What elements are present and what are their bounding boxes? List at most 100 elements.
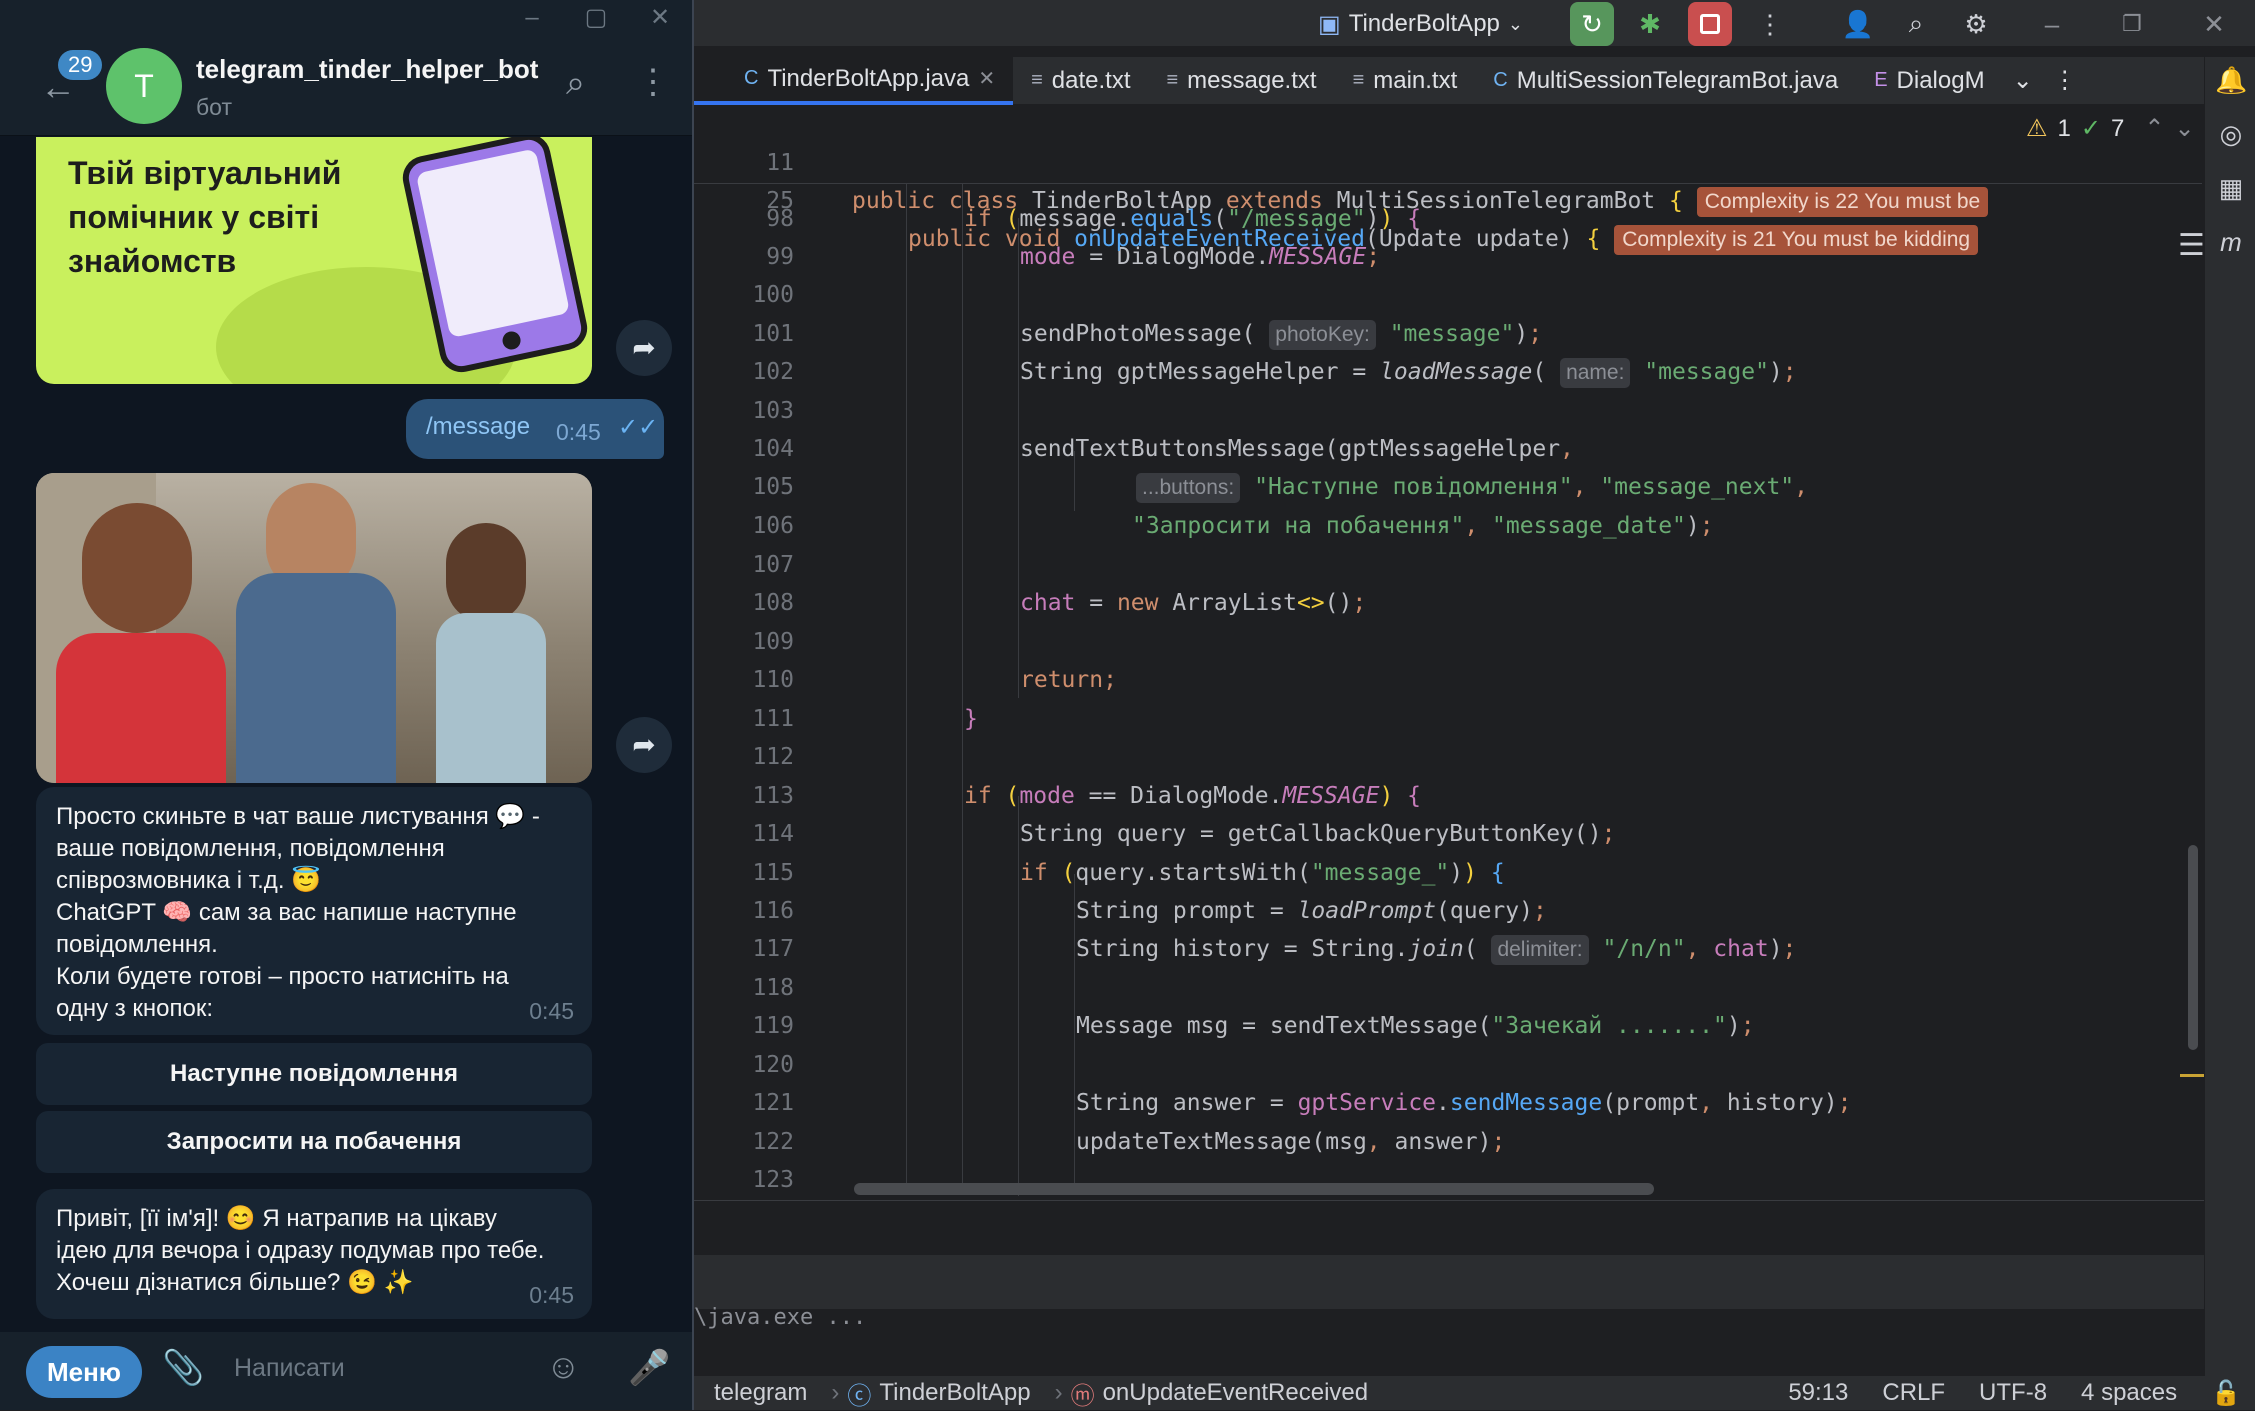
code-line: 100 [694,276,2202,314]
rerun-button[interactable]: ↻ [1570,2,1614,46]
code-line: 11 public class TinderBoltApp extends Mu… [694,106,2202,217]
inspection-widget[interactable]: ⚠ 1 ✓ 7 ⌃ ⌄ [2020,112,2201,145]
chat-subtitle: бот [196,94,232,120]
tab-main-txt[interactable]: ≡ main.txt [1335,57,1476,105]
search-icon[interactable]: ⌕ [1894,2,1938,46]
inline-button-date[interactable]: Запросити на побачення [36,1111,592,1173]
promo-text: Твій віртуальний помічник у світі знайом… [68,151,341,283]
notifications-icon[interactable]: 🔔 [2215,65,2247,97]
horizontal-scrollbar[interactable] [854,1183,1654,1195]
chevron-down-icon[interactable]: ⌄ [2174,114,2194,143]
line-number: 114 [752,821,794,847]
close-tab-icon[interactable]: ✕ [978,66,995,91]
message-line: Коли будете готові – просто натисніть на [56,963,509,990]
param-hint: photoKey: [1269,320,1376,350]
stop-button[interactable] [1688,2,1732,46]
lock-icon[interactable]: 🔓 [2211,1379,2241,1408]
line-number: 107 [752,552,794,578]
menu-icon[interactable]: ☰ [2178,228,2205,263]
app-icon: ▣ [1318,10,1341,38]
minimize-icon[interactable]: – [2030,2,2074,46]
tab-dialogmode[interactable]: E DialogM [1856,57,2002,105]
tab-message-txt[interactable]: ≡ message.txt [1149,57,1335,105]
avatar[interactable]: T [106,48,182,124]
incoming-message[interactable]: Просто скиньте в чат ваше листування 💬 -… [36,787,592,1035]
method-icon: ⓜ [1070,1382,1095,1410]
ai-assistant-icon[interactable]: ◎ [2215,119,2247,151]
message-input[interactable]: Написати [234,1354,345,1383]
maven-icon[interactable]: m [2215,227,2247,259]
breadcrumb-class[interactable]: TinderBoltApp [879,1379,1030,1407]
line-number: 109 [752,629,794,655]
code-editor[interactable]: 98 if (message.equals("/message")) { 99 mo… [694,106,2202,1196]
promo-line: знайомств [68,243,237,279]
line-number: 122 [752,1129,794,1155]
indent-setting[interactable]: 4 spaces [2081,1379,2177,1407]
run-tool-header [694,1255,2204,1309]
maximize-icon[interactable]: ▢ [566,0,626,36]
outgoing-message[interactable]: /message 0:45 ✓✓ [406,399,664,459]
ok-count: 7 [2110,114,2125,142]
share-icon[interactable]: ➦ [616,320,672,376]
tabs-dropdown[interactable]: ⌄ [2003,57,2043,105]
tab-label: date.txt [1051,66,1131,94]
breadcrumb-method[interactable]: onUpdateEventReceived [1103,1379,1369,1407]
chat-title[interactable]: telegram_tinder_helper_bot [196,54,538,85]
line-number: 110 [752,667,794,693]
debug-button[interactable]: ✱ [1628,2,1672,46]
chevron-up-icon[interactable]: ⌃ [2144,114,2164,143]
attach-icon[interactable]: 📎 [162,1348,204,1388]
code-line: 122 updateTextMessage(msg, answer); [694,1123,2202,1161]
tab-label: message.txt [1187,66,1317,94]
more-icon[interactable]: ⋮ [636,62,670,102]
message-line: Просто скиньте в чат ваше листування 💬 - [56,803,540,830]
line-number: 117 [752,936,794,962]
class-icon: ⓒ [847,1382,872,1410]
emoji-icon[interactable]: ☺ [546,1348,581,1387]
inline-button-next[interactable]: Наступне повідомлення [36,1043,592,1105]
tab-tinderboltapp[interactable]: C TinderBoltApp.java ✕ [694,56,1014,105]
line-separator[interactable]: CRLF [1882,1379,1945,1407]
code-line: 116 String prompt = loadPrompt(query); [694,892,2202,930]
tabs-more-icon[interactable]: ⋮ [2043,57,2087,105]
tab-multisession[interactable]: C MultiSessionTelegramBot.java [1475,57,1856,105]
line-number: 111 [752,706,794,732]
microphone-icon[interactable]: 🎤 [628,1348,670,1388]
caret-position[interactable]: 59:13 [1788,1379,1848,1407]
incoming-message[interactable]: Привіт, [її ім'я]! 😊 Я натрапив на цікав… [36,1189,592,1319]
breadcrumb[interactable]: telegram › ⓒ TinderBoltApp › ⓜ onUpdateE… [714,1376,1368,1411]
code-line: 104 sendTextButtonsMessage(gptMessageHelp… [694,430,2202,468]
menu-button[interactable]: Меню [26,1346,142,1398]
code-line: 101 sendPhotoMessage( photoKey: "message"… [694,315,2202,353]
line-number: 25 [766,188,794,214]
restore-icon[interactable]: ❐ [2110,2,2154,46]
line-number: 101 [752,321,794,347]
close-icon[interactable]: ✕ [630,0,690,36]
string-literal: "/n/n" [1602,936,1686,962]
message-line: Привіт, [її ім'я]! 😊 Я натрапив на цікав… [56,1205,497,1232]
minimize-icon[interactable]: – [502,0,562,36]
line-number: 104 [752,436,794,462]
database-icon[interactable]: ▦ [2215,173,2247,205]
warning-count: 1 [2057,114,2071,142]
message-line: одну з кнопок: [56,995,214,1022]
run-config-selector[interactable]: ▣ TinderBoltApp ⌄ [1318,8,1523,40]
search-icon[interactable]: ⌕ [566,64,585,103]
message-list[interactable]: Твій віртуальний помічник у світі знайом… [0,137,692,1332]
share-icon[interactable]: ➦ [616,717,672,773]
breadcrumb-package[interactable]: telegram [714,1379,807,1407]
vertical-scrollbar[interactable] [2188,845,2198,1050]
tab-date-txt[interactable]: ≡ date.txt [1013,57,1148,105]
meme-photo[interactable] [36,473,592,783]
status-bar: telegram › ⓒ TinderBoltApp › ⓜ onUpdateE… [694,1376,2255,1410]
more-icon[interactable]: ⋮ [1748,2,1792,46]
add-user-icon[interactable]: 👤 [1836,2,1880,46]
code-line: 108 chat = new ArrayList<>(); [694,584,2202,622]
code-line: 117 String history = String.join( delimit… [694,930,2202,968]
tab-label: main.txt [1373,66,1458,94]
file-encoding[interactable]: UTF-8 [1979,1379,2047,1407]
code-line: 121 String answer = gptService.sendMessag… [694,1084,2202,1122]
string-literal: "Зачекай ......." [1491,1013,1727,1039]
close-icon[interactable]: ✕ [2192,2,2236,46]
settings-icon[interactable]: ⚙ [1954,2,1998,46]
